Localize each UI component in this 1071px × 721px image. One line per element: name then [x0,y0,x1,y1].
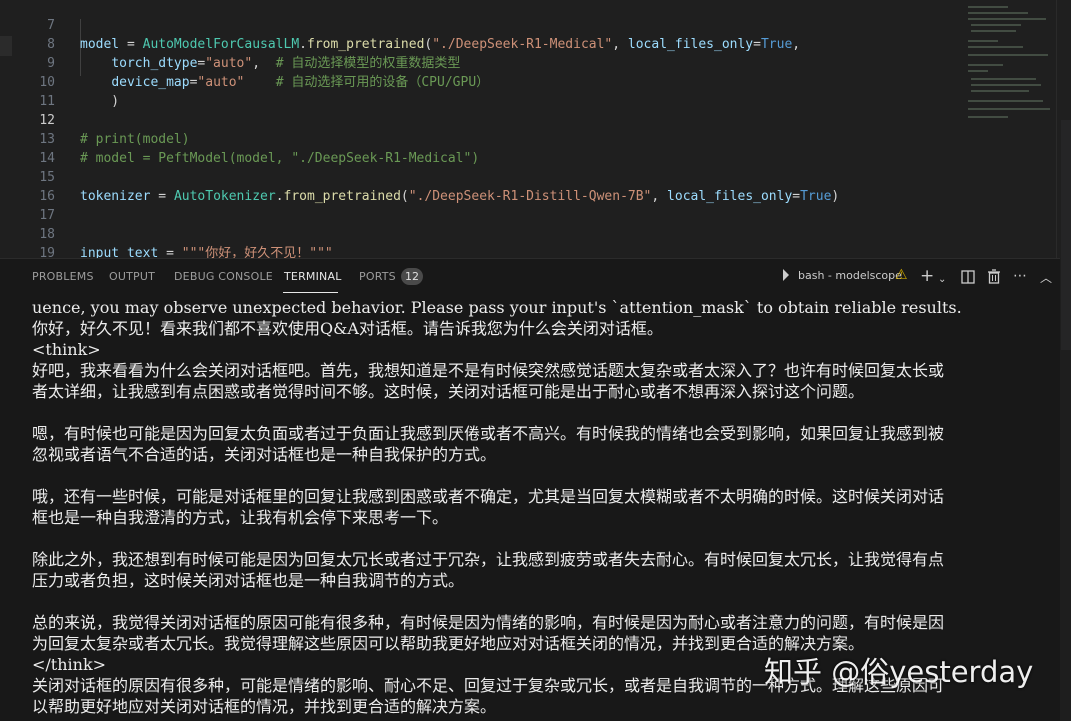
minimap-line [968,18,1046,20]
minimap-line [971,84,1041,86]
code-line[interactable]: 8 torch_dtype="auto", # 自动选择模型的权重数据类型 [0,16,960,71]
tab-ports[interactable]: PORTS [359,270,396,283]
code-line[interactable]: 19 [0,225,960,258]
minimap-line [971,24,1021,26]
code-editor[interactable]: 7 model = AutoModelForCausalLM.from_pret… [0,0,1071,258]
terminal-line: 压力或者负担，这时候关闭对话框也是一种自我调节的方式。 [32,571,465,590]
code-line[interactable]: 20 device = 'cuda' [0,244,960,258]
tab-problems[interactable]: PROBLEMS [32,270,94,283]
add-icon[interactable]: + [920,267,934,285]
minimap-line [968,64,1003,66]
trash-icon[interactable] [987,269,1001,284]
warning-icon[interactable]: ⚠ [895,267,908,283]
minimap-line [968,6,1008,8]
terminal-line: uence, you may observe unexpected behavi… [32,298,962,317]
minimap-line [968,40,998,42]
terminal-icon [783,269,789,281]
minimap-line [971,30,1016,32]
terminal-line: <think> [32,340,101,359]
more-icon[interactable]: ⋯ [1013,267,1027,285]
code-line[interactable]: 14 [0,130,960,166]
split-icon[interactable] [961,270,975,284]
minimap-line [971,78,1036,80]
right-sidebar-edge [1061,120,1071,350]
minimap-line [968,12,1028,14]
code-line[interactable]: 12 # print(model) [0,92,960,147]
terminal-name[interactable]: bash - modelscope [798,269,902,282]
terminal-line: 哦，还有一些时候，可能是对话框里的回复让我感到困惑或者不确定，尤其是当回复太模糊… [32,487,945,506]
tab-output[interactable]: OUTPUT [109,270,155,283]
terminal-line: 除此之外，我还想到有时候可能是因为回复太冗长或者过于冗杂，让我感到疲劳或者失去耐… [32,550,945,569]
code-line[interactable]: 17 [0,187,960,223]
terminal-line: 框也是一种自我澄清的方式，让我有机会停下来思考一下。 [32,508,449,527]
minimap-line [968,100,1043,102]
minimap-line [968,108,1050,110]
maximize-icon[interactable]: ︿ [1040,269,1052,287]
code-line[interactable]: 18 input_text = """你好，好久不见！""" [0,206,960,258]
watermark: 知乎 @俗yesterday [764,655,1034,689]
minimap-line [968,46,1023,48]
minimap[interactable] [965,0,1055,125]
ports-count-badge: 12 [401,268,423,285]
code-line[interactable]: 16 [0,168,960,204]
terminal-line: 以帮助更好地应对关闭对话框的情况，并找到更合适的解决方案。 [32,697,497,716]
code-line[interactable]: 15 tokenizer = AutoTokenizer.from_pretra… [0,149,960,204]
active-tab-indicator [283,292,338,293]
code-line[interactable]: 10 ) [0,54,960,109]
tab-debug-console[interactable]: DEBUG CONSOLE [174,270,273,283]
minimap-line [971,90,1029,92]
terminal-line: 总的来说，我觉得关闭对话框的原因可能有很多种，有时候是因为情绪的影响，有时候是因… [32,613,945,632]
terminal-line: 你好，好久不见！看来我们都不喜欢使用Q&A对话框。请告诉我您为什么会关闭对话框。 [32,319,663,338]
code-line[interactable]: 11 [0,73,960,109]
code-line[interactable]: 9 device_map="auto" # 自动选择可用的设备（CPU/GPU） [0,35,960,90]
code-line[interactable]: 7 model = AutoModelForCausalLM.from_pret… [0,0,960,52]
chevron-down-icon[interactable]: ⌄ [938,271,946,289]
panel-tab-bar: PROBLEMS OUTPUT DEBUG CONSOLE TERMINAL P… [0,259,1060,295]
minimap-line [968,70,988,72]
tab-terminal[interactable]: TERMINAL [284,270,342,283]
terminal-line: 嗯，有时候也可能是因为回复太负面或者过于负面让我感到厌倦或者不高兴。有时候我的情… [32,424,945,443]
minimap-line [968,54,1048,56]
code-line[interactable]: 13 # model = PeftModel(model, "./DeepSee… [0,111,960,166]
minimap-line [968,116,1008,118]
terminal-line: 者太详细，让我感到有点困惑或者觉得时间不够。这时候，关闭对话框可能是出于耐心或者… [32,382,865,401]
terminal-line: 忽视或者语气不合适的话，关闭对话框也是一种自我保护的方式。 [32,445,497,464]
terminal-line: 好吧，我来看看为什么会关闭对话框吧。首先，我想知道是不是有时候突然感觉话题太复杂… [32,361,945,380]
